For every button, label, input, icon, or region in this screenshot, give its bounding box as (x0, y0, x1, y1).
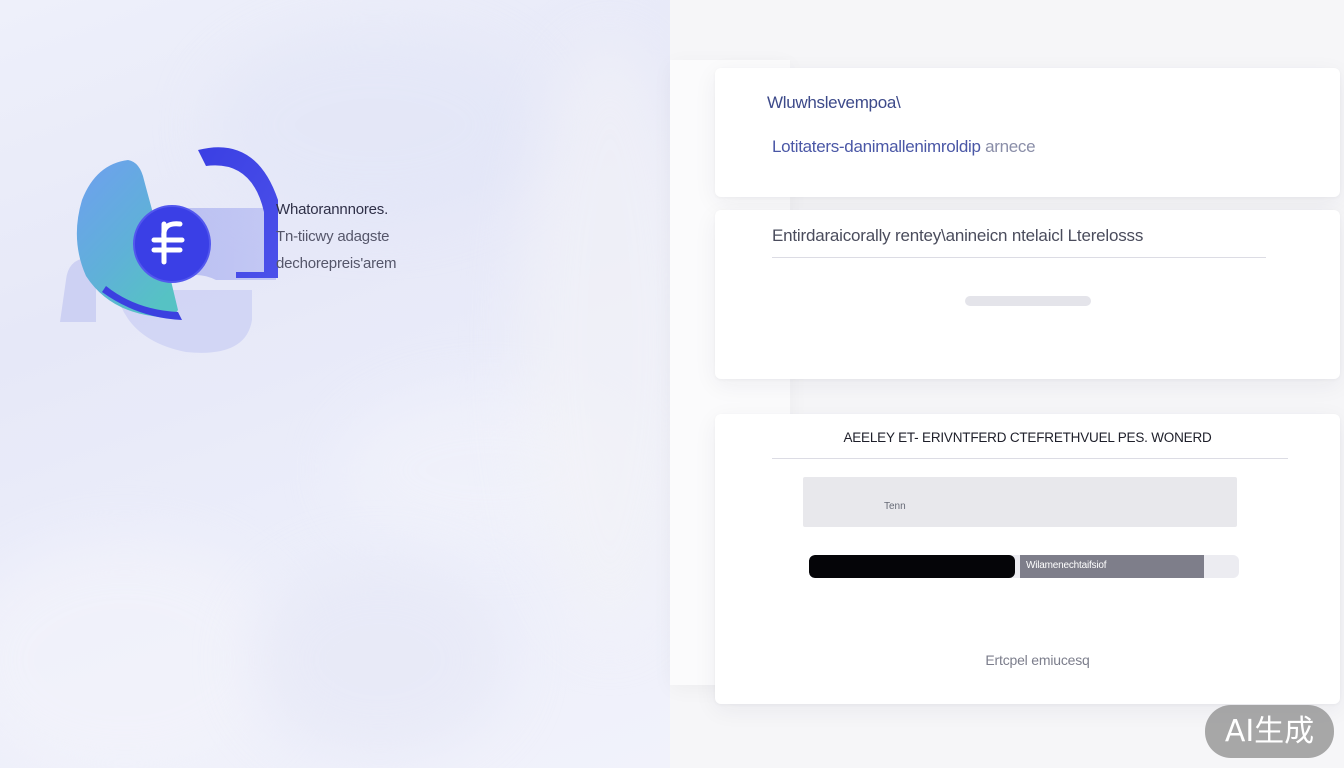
divider (772, 458, 1288, 459)
text-input[interactable]: Tenn (803, 477, 1237, 527)
currency-bubble-icon (60, 147, 278, 353)
loading-placeholder (965, 296, 1091, 306)
background-blob (520, 40, 670, 640)
progress-fill (809, 555, 1015, 578)
progress-bar[interactable]: Wilamenechtaifsiof (809, 555, 1239, 578)
hero-tagline-line: Whatorannnores. (276, 201, 389, 218)
card-subtitle: Lotitaters-danimallenimroldip arnece (772, 137, 1036, 157)
card-subtitle-text: Lotitaters-danimallenimroldip (772, 137, 981, 156)
hero-panel: Whatorannnores. Tn-tiicwy adagste dechor… (0, 0, 670, 768)
card-heading: Entirdaraicorally rentey\anineicn ntelai… (772, 226, 1144, 245)
hero-tagline-line: Tn-tiicwy adagste (276, 228, 390, 245)
hero-tagline: Whatorannnores. Tn-tiicwy adagste dechor… (276, 196, 496, 277)
footer-link[interactable]: Ertcpel emiucesq (715, 652, 1340, 668)
ai-generated-badge: AI生成 (1205, 705, 1334, 758)
info-card: Wluwhslevempoa\ Lotitaters-danimallenimr… (715, 68, 1340, 197)
form-heading: AEELEY ET- ERIVNTFERD CTEFRETHVUEL PES. … (843, 430, 1212, 445)
divider (772, 257, 1266, 258)
card-subtitle-muted: arnece (985, 137, 1036, 156)
hero-tagline-line: dechorepreis'arem (276, 255, 397, 272)
input-placeholder: Tenn (884, 501, 906, 512)
form-card: AEELEY ET- ERIVNTFERD CTEFRETHVUEL PES. … (715, 414, 1340, 704)
progress-label: Wilamenechtaifsiof (1026, 560, 1107, 571)
background-blob (250, 560, 510, 760)
card-title: Wluwhslevempoa\ (767, 93, 901, 112)
background-blob (0, 540, 290, 768)
details-card: Entirdaraicorally rentey\anineicn ntelai… (715, 210, 1340, 379)
